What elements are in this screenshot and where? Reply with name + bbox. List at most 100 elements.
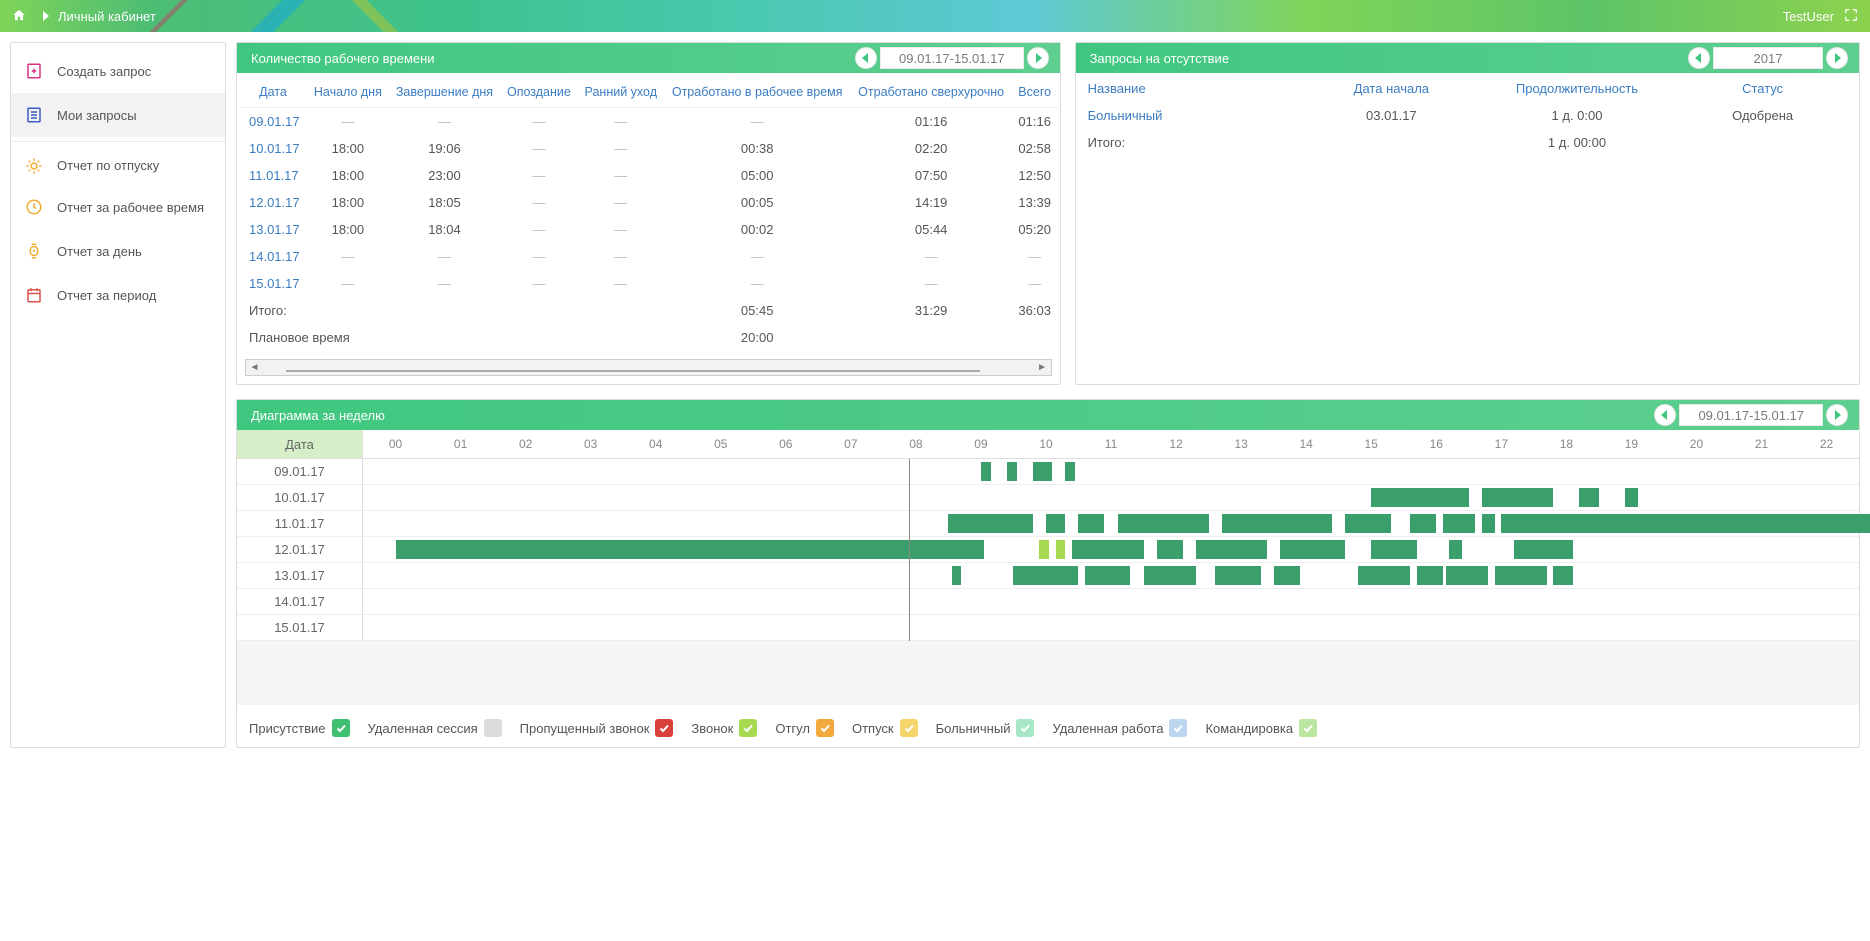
legend-item[interactable]: Командировка <box>1205 719 1317 737</box>
legend-item[interactable]: Удаленная работа <box>1052 719 1187 737</box>
worktime-range[interactable]: 09.01.17-15.01.17 <box>880 47 1024 69</box>
absence-row: Больничный03.01.171 д. 0:00Одобрена <box>1084 102 1851 129</box>
worktime-cell: 07:50 <box>851 162 1012 189</box>
legend-item[interactable]: Звонок <box>691 719 757 737</box>
worktime-date-link[interactable]: 14.01.17 <box>239 243 307 270</box>
worktime-next-button[interactable] <box>1027 47 1049 69</box>
worktime-cell: 18:04 <box>389 216 500 243</box>
legend-checkbox[interactable] <box>739 719 757 737</box>
worktime-cell: — <box>500 189 577 216</box>
worktime-cell: — <box>578 243 664 270</box>
legend-item[interactable]: Больничный <box>936 719 1035 737</box>
worktime-row: 15.01.17——————— <box>239 270 1058 297</box>
legend-label: Пропущенный звонок <box>520 721 650 736</box>
legend-item[interactable]: Удаленная сессия <box>368 719 502 737</box>
sidebar-item-label: Создать запрос <box>57 64 151 79</box>
sidebar-item-label: Отчет по отпуску <box>57 158 159 173</box>
worktime-cell: — <box>1012 270 1058 297</box>
worktime-panel-header: Количество рабочего времени 09.01.17-15.… <box>237 43 1060 73</box>
worktime-cell: 14:19 <box>851 189 1012 216</box>
legend-checkbox[interactable] <box>1299 719 1317 737</box>
worktime-col-header: Всего <box>1012 77 1058 108</box>
worktime-cell: 02:20 <box>851 135 1012 162</box>
worktime-cell: — <box>500 135 577 162</box>
legend-checkbox[interactable] <box>900 719 918 737</box>
fullscreen-icon[interactable] <box>1844 8 1858 25</box>
chart-row-label: 10.01.17 <box>237 485 363 510</box>
chart-row-bars <box>363 563 1859 588</box>
legend-checkbox[interactable] <box>1016 719 1034 737</box>
chart-bar <box>1078 514 1104 533</box>
worktime-total-label: Итого: <box>239 297 307 324</box>
chart-range[interactable]: 09.01.17-15.01.17 <box>1679 404 1823 426</box>
legend-item[interactable]: Присутствие <box>249 719 350 737</box>
chart-legend: Присутствие Удаленная сессия Пропущенный з… <box>237 705 1859 747</box>
chart-bar <box>1443 514 1476 533</box>
worktime-cell: — <box>578 270 664 297</box>
worktime-cell: — <box>389 243 500 270</box>
sidebar-item-label: Мои запросы <box>57 108 137 123</box>
worktime-cell: — <box>500 108 577 136</box>
chart-row-label: 11.01.17 <box>237 511 363 536</box>
sidebar-worktime-report[interactable]: Отчет за рабочее время <box>11 185 225 229</box>
chart-row-label: 15.01.17 <box>237 615 363 640</box>
legend-label: Командировка <box>1205 721 1293 736</box>
worktime-date-link[interactable]: 15.01.17 <box>239 270 307 297</box>
sidebar-vacation-report[interactable]: Отчет по отпуску <box>11 141 225 185</box>
chart-body: 09.01.1710.01.1711.01.1712.01.1713.01.17… <box>237 459 1859 641</box>
worktime-cell: 18:00 <box>307 189 389 216</box>
legend-checkbox[interactable] <box>1169 719 1187 737</box>
chart-row-label: 14.01.17 <box>237 589 363 614</box>
worktime-cell: 05:20 <box>1012 216 1058 243</box>
worktime-cell: 19:06 <box>389 135 500 162</box>
legend-item[interactable]: Отгул <box>775 719 834 737</box>
legend-checkbox[interactable] <box>655 719 673 737</box>
legend-checkbox[interactable] <box>332 719 350 737</box>
sidebar-item-label: Отчет за рабочее время <box>57 200 204 215</box>
worktime-planned-label: Плановое время <box>239 324 664 351</box>
chart-hour-label: 08 <box>883 430 948 458</box>
absence-total-label: Итого: <box>1088 135 1307 150</box>
scroll-right-icon[interactable]: ► <box>1034 360 1051 375</box>
chart-hour-label: 07 <box>818 430 883 458</box>
sidebar-my-requests[interactable]: Мои запросы <box>11 93 225 137</box>
absence-prev-button[interactable] <box>1688 47 1710 69</box>
sidebar-day-report[interactable]: Отчет за день <box>11 229 225 273</box>
absence-name-link[interactable]: Больничный <box>1088 108 1307 123</box>
legend-label: Удаленная работа <box>1052 721 1163 736</box>
worktime-date-link[interactable]: 11.01.17 <box>239 162 307 189</box>
worktime-date-link[interactable]: 10.01.17 <box>239 135 307 162</box>
absence-range[interactable]: 2017 <box>1713 47 1823 69</box>
worktime-cell: 18:00 <box>307 162 389 189</box>
chart-bar <box>1215 566 1261 585</box>
chart-bar <box>1280 540 1345 559</box>
sidebar-create-request[interactable]: Создать запрос <box>11 49 225 93</box>
current-user[interactable]: TestUser <box>1783 9 1834 24</box>
sidebar-period-report[interactable]: Отчет за период <box>11 273 225 317</box>
chart-bar <box>1013 566 1078 585</box>
worktime-cell: 00:38 <box>664 135 851 162</box>
chart-bar <box>1410 514 1436 533</box>
worktime-horizontal-scrollbar[interactable]: ◄ ► <box>245 359 1052 376</box>
worktime-prev-button[interactable] <box>855 47 877 69</box>
chart-prev-button[interactable] <box>1654 404 1676 426</box>
chart-hour-label: 15 <box>1339 430 1404 458</box>
scroll-thumb[interactable] <box>286 370 980 372</box>
worktime-date-link[interactable]: 12.01.17 <box>239 189 307 216</box>
absence-total-row: Итого:1 д. 00:00 <box>1084 129 1851 156</box>
worktime-date-link[interactable]: 13.01.17 <box>239 216 307 243</box>
chart-bar <box>948 514 1033 533</box>
absence-next-button[interactable] <box>1826 47 1848 69</box>
chart-bar <box>981 462 991 481</box>
legend-checkbox[interactable] <box>816 719 834 737</box>
worktime-cell: — <box>664 270 851 297</box>
legend-item[interactable]: Пропущенный звонок <box>520 719 674 737</box>
home-icon[interactable] <box>12 8 26 25</box>
scroll-left-icon[interactable]: ◄ <box>246 360 263 375</box>
chart-next-button[interactable] <box>1826 404 1848 426</box>
legend-item[interactable]: Отпуск <box>852 719 918 737</box>
legend-checkbox[interactable] <box>484 719 502 737</box>
chart-row: 15.01.17 <box>237 615 1859 641</box>
chart-hour-label: 19 <box>1599 430 1664 458</box>
worktime-date-link[interactable]: 09.01.17 <box>239 108 307 136</box>
